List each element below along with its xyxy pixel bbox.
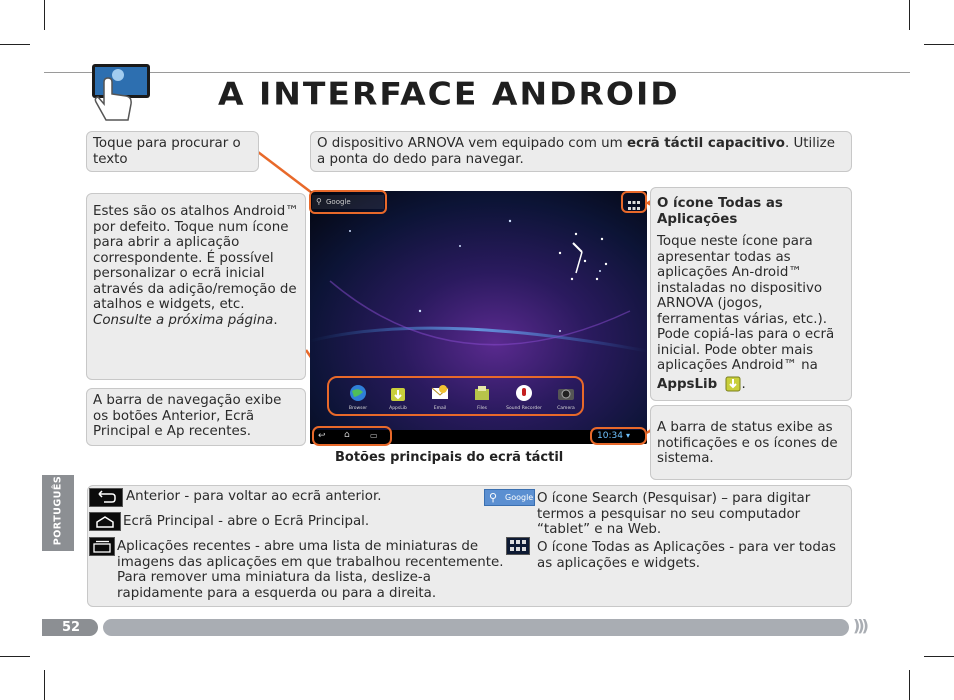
page-number: 52 xyxy=(62,620,81,635)
legend-recent-text: Aplicações recentes - abre uma lista de … xyxy=(117,539,504,601)
magnifier-icon: ⚲ xyxy=(489,491,498,504)
legend-search-text: O ícone Search (Pesquisar) – para digita… xyxy=(537,491,811,537)
back-button-icon xyxy=(89,488,123,507)
recent-apps-button-icon xyxy=(89,537,115,556)
footer-bar xyxy=(103,619,849,636)
all-apps-grid-icon xyxy=(506,537,530,555)
figure-caption: Botões principais do ecrã táctil xyxy=(335,450,564,465)
home-button-icon xyxy=(89,512,121,531)
legend-home-text: Ecrã Principal - abre o Ecrã Principal. xyxy=(123,514,370,529)
google-search-icon-label: Google xyxy=(505,493,534,502)
legend-back-text: Anterior - para voltar ao ecrã anterior. xyxy=(126,489,382,504)
footer-ornament: ))) xyxy=(853,616,869,635)
legend-allapps-text: O ícone Todas as Aplicações - para ver t… xyxy=(537,540,837,571)
language-tab: PORTUGUÊS xyxy=(42,475,74,551)
language-tab-label: PORTUGUÊS xyxy=(52,475,64,546)
google-search-icon: ⚲ Google xyxy=(484,489,535,506)
